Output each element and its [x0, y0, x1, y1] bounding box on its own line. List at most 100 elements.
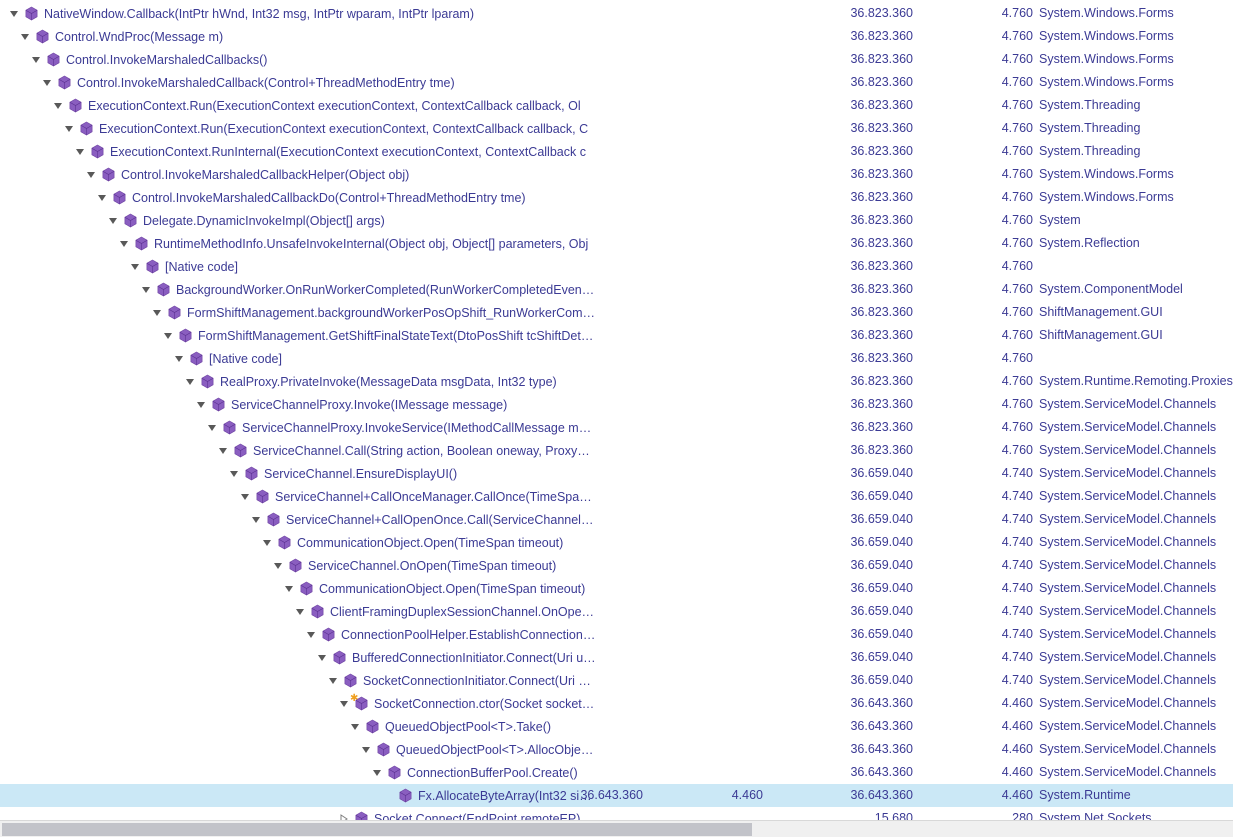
tree-row[interactable]: RealProxy.PrivateInvoke(MessageData msgD… [0, 370, 1233, 393]
tree-row[interactable]: ConnectionBufferPool.Create()36.643.3604… [0, 761, 1233, 784]
function-name: Control.InvokeMarshaledCallback(Control+… [77, 76, 455, 90]
metric-c4: 4.760 [913, 48, 1033, 71]
tree-row[interactable]: QueuedObjectPool<T>.Take()36.643.3604.46… [0, 715, 1233, 738]
collapse-toggle-icon[interactable] [41, 77, 53, 89]
call-tree[interactable]: NativeWindow.Callback(IntPtr hWnd, Int32… [0, 0, 1233, 830]
metric-c4: 4.760 [913, 255, 1033, 278]
tree-row[interactable]: Control.InvokeMarshaledCallbackHelper(Ob… [0, 163, 1233, 186]
metric-c2 [643, 508, 763, 531]
function-name: NativeWindow.Callback(IntPtr hWnd, Int32… [44, 7, 474, 21]
metric-c2 [643, 738, 763, 761]
tree-row[interactable]: BufferedConnectionInitiator.Connect(Uri … [0, 646, 1233, 669]
scrollbar-thumb[interactable] [2, 823, 752, 836]
metric-c2 [643, 324, 763, 347]
collapse-toggle-icon[interactable] [261, 537, 273, 549]
collapse-toggle-icon[interactable] [228, 468, 240, 480]
collapse-toggle-icon[interactable] [52, 100, 64, 112]
collapse-toggle-icon[interactable] [107, 215, 119, 227]
tree-row[interactable]: ExecutionContext.Run(ExecutionContext ex… [0, 94, 1233, 117]
collapse-toggle-icon[interactable] [327, 675, 339, 687]
collapse-toggle-icon[interactable] [63, 123, 75, 135]
method-icon [178, 328, 194, 344]
function-name: ServiceChannel.OnOpen(TimeSpan timeout) [308, 559, 556, 573]
tree-row[interactable]: ClientFramingDuplexSessionChannel.OnOpen… [0, 600, 1233, 623]
metric-c2 [643, 692, 763, 715]
tree-row[interactable]: ExecutionContext.Run(ExecutionContext ex… [0, 117, 1233, 140]
namespace: ShiftManagement.GUI [1039, 301, 1233, 324]
collapse-toggle-icon[interactable] [8, 8, 20, 20]
metric-c2 [643, 25, 763, 48]
tree-row[interactable]: ServiceChannel+CallOnceManager.CallOnce(… [0, 485, 1233, 508]
collapse-toggle-icon[interactable] [140, 284, 152, 296]
metric-c1 [523, 140, 643, 163]
tree-row[interactable]: ✱SocketConnection.ctor(Socket socket, Co… [0, 692, 1233, 715]
collapse-toggle-icon[interactable] [195, 399, 207, 411]
metric-c3: 36.823.360 [793, 416, 913, 439]
collapse-toggle-icon[interactable] [85, 169, 97, 181]
tree-row[interactable]: NativeWindow.Callback(IntPtr hWnd, Int32… [0, 2, 1233, 25]
tree-row[interactable]: Control.InvokeMarshaledCallbackDo(Contro… [0, 186, 1233, 209]
method-icon [365, 719, 381, 735]
tree-row[interactable]: ExecutionContext.RunInternal(ExecutionCo… [0, 140, 1233, 163]
collapse-toggle-icon[interactable] [96, 192, 108, 204]
tree-row[interactable]: ServiceChannel+CallOpenOnce.Call(Service… [0, 508, 1233, 531]
collapse-toggle-icon[interactable] [74, 146, 86, 158]
metric-c2 [643, 71, 763, 94]
collapse-toggle-icon[interactable] [151, 307, 163, 319]
tree-row[interactable]: CommunicationObject.Open(TimeSpan timeou… [0, 577, 1233, 600]
collapse-toggle-icon[interactable] [250, 514, 262, 526]
collapse-toggle-icon[interactable] [30, 54, 42, 66]
tree-row[interactable]: ConnectionPoolHelper.EstablishConnection… [0, 623, 1233, 646]
tree-row[interactable]: [Native code]36.823.3604.760 [0, 255, 1233, 278]
collapse-toggle-icon[interactable] [349, 721, 361, 733]
metric-c1 [523, 715, 643, 738]
collapse-toggle-icon[interactable] [283, 583, 295, 595]
tree-row[interactable]: Delegate.DynamicInvokeImpl(Object[] args… [0, 209, 1233, 232]
tree-row[interactable]: QueuedObjectPool<T>.AllocObjects()36.643… [0, 738, 1233, 761]
collapse-toggle-icon[interactable] [184, 376, 196, 388]
horizontal-scrollbar[interactable] [0, 820, 1233, 837]
tree-row[interactable]: ServiceChannelProxy.InvokeService(IMetho… [0, 416, 1233, 439]
metric-c3: 36.823.360 [793, 301, 913, 324]
metric-c4: 4.760 [913, 140, 1033, 163]
tree-row[interactable]: [Native code]36.823.3604.760 [0, 347, 1233, 370]
metric-c1 [523, 48, 643, 71]
collapse-toggle-icon[interactable] [217, 445, 229, 457]
collapse-toggle-icon[interactable] [272, 560, 284, 572]
tree-row[interactable]: FormShiftManagement.GetShiftFinalStateTe… [0, 324, 1233, 347]
collapse-toggle-icon[interactable] [316, 652, 328, 664]
collapse-toggle-icon[interactable] [162, 330, 174, 342]
collapse-toggle-icon[interactable] [338, 698, 350, 710]
collapse-toggle-icon[interactable] [118, 238, 130, 250]
collapse-toggle-icon[interactable] [129, 261, 141, 273]
metric-c1 [523, 485, 643, 508]
collapse-toggle-icon[interactable] [371, 767, 383, 779]
collapse-toggle-icon[interactable] [206, 422, 218, 434]
collapse-toggle-icon[interactable] [305, 629, 317, 641]
collapse-toggle-icon[interactable] [19, 31, 31, 43]
tree-row[interactable]: ServiceChannel.EnsureDisplayUI()36.659.0… [0, 462, 1233, 485]
metric-c1 [523, 347, 643, 370]
tree-row[interactable]: RuntimeMethodInfo.UnsafeInvokeInternal(O… [0, 232, 1233, 255]
method-icon [167, 305, 183, 321]
namespace: System.ServiceModel.Channels [1039, 761, 1233, 784]
method-icon [189, 351, 205, 367]
tree-row[interactable]: SocketConnectionInitiator.Connect(Uri ur… [0, 669, 1233, 692]
tree-row[interactable]: Control.WndProc(Message m)36.823.3604.76… [0, 25, 1233, 48]
tree-row[interactable]: Fx.AllocateByteArray(Int32 size)36.643.3… [0, 784, 1233, 807]
collapse-toggle-icon[interactable] [294, 606, 306, 618]
tree-row[interactable]: FormShiftManagement.backgroundWorkerPosO… [0, 301, 1233, 324]
metric-c2 [643, 761, 763, 784]
tree-row[interactable]: ServiceChannelProxy.Invoke(IMessage mess… [0, 393, 1233, 416]
metric-c3: 36.823.360 [793, 347, 913, 370]
tree-row[interactable]: ServiceChannel.Call(String action, Boole… [0, 439, 1233, 462]
namespace: System.ServiceModel.Channels [1039, 577, 1233, 600]
tree-row[interactable]: CommunicationObject.Open(TimeSpan timeou… [0, 531, 1233, 554]
tree-row[interactable]: Control.InvokeMarshaledCallback(Control+… [0, 71, 1233, 94]
tree-row[interactable]: BackgroundWorker.OnRunWorkerCompleted(Ru… [0, 278, 1233, 301]
collapse-toggle-icon[interactable] [239, 491, 251, 503]
tree-row[interactable]: Control.InvokeMarshaledCallbacks()36.823… [0, 48, 1233, 71]
collapse-toggle-icon[interactable] [173, 353, 185, 365]
tree-row[interactable]: ServiceChannel.OnOpen(TimeSpan timeout)3… [0, 554, 1233, 577]
collapse-toggle-icon[interactable] [360, 744, 372, 756]
